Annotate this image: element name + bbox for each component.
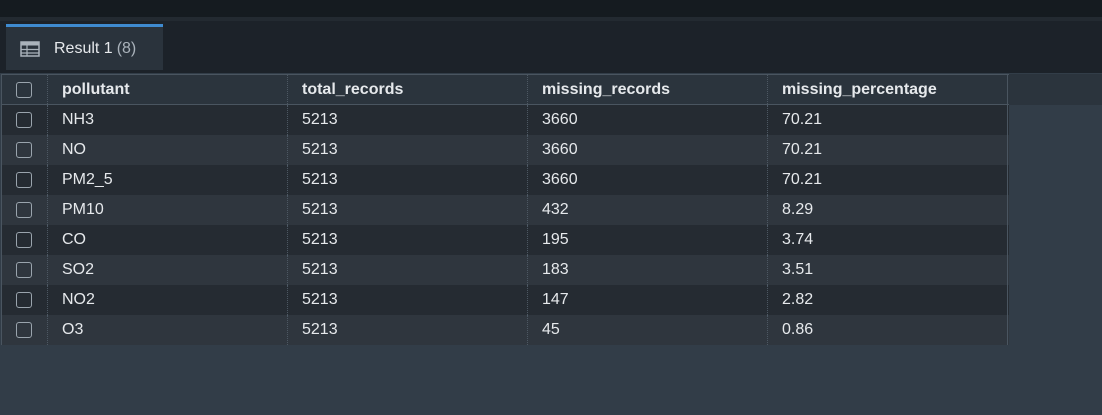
cell-missing-percentage[interactable]: 70.21 (768, 105, 1008, 135)
cell-total-records[interactable]: 5213 (288, 105, 528, 135)
row-select-cell (1, 255, 48, 285)
header-row: pollutant total_records missing_records … (1, 74, 1009, 105)
select-all-checkbox[interactable] (16, 81, 32, 98)
grid-table-icon (20, 40, 40, 57)
row-checkbox[interactable] (16, 232, 32, 248)
column-header-missing-records[interactable]: missing_records (528, 75, 768, 104)
row-checkbox[interactable] (16, 292, 32, 308)
cell-pollutant[interactable]: PM10 (48, 195, 288, 225)
row-checkbox[interactable] (16, 172, 32, 188)
row-select-cell (1, 315, 48, 345)
cell-pollutant[interactable]: NO2 (48, 285, 288, 315)
table-row[interactable]: PM10 5213 432 8.29 (1, 195, 1009, 225)
cell-total-records[interactable]: 5213 (288, 135, 528, 165)
cell-missing-records[interactable]: 45 (528, 315, 768, 345)
cell-missing-percentage[interactable]: 3.74 (768, 225, 1008, 255)
tab-result-1[interactable]: Result 1 (8) (6, 24, 163, 70)
result-grid: pollutant total_records missing_records … (1, 74, 1009, 345)
cell-missing-records[interactable]: 3660 (528, 135, 768, 165)
row-select-cell (1, 285, 48, 315)
row-select-cell (1, 165, 48, 195)
cell-missing-percentage[interactable]: 2.82 (768, 285, 1008, 315)
cell-total-records[interactable]: 5213 (288, 255, 528, 285)
top-toolbar (0, 0, 1102, 17)
tab-row-count: (8) (116, 39, 137, 57)
cell-pollutant[interactable]: NH3 (48, 105, 288, 135)
cell-missing-percentage[interactable]: 3.51 (768, 255, 1008, 285)
cell-total-records[interactable]: 5213 (288, 285, 528, 315)
table-row[interactable]: SO2 5213 183 3.51 (1, 255, 1009, 285)
table-row[interactable]: NO2 5213 147 2.82 (1, 285, 1009, 315)
cell-missing-records[interactable]: 195 (528, 225, 768, 255)
cell-missing-records[interactable]: 3660 (528, 165, 768, 195)
column-header-missing-percentage[interactable]: missing_percentage (768, 75, 1008, 104)
column-header-pollutant[interactable]: pollutant (48, 75, 288, 104)
cell-missing-percentage[interactable]: 70.21 (768, 135, 1008, 165)
cell-pollutant[interactable]: SO2 (48, 255, 288, 285)
cell-missing-records[interactable]: 3660 (528, 105, 768, 135)
row-select-cell (1, 135, 48, 165)
cell-total-records[interactable]: 5213 (288, 225, 528, 255)
table-row[interactable]: NO 5213 3660 70.21 (1, 135, 1009, 165)
column-header-total-records[interactable]: total_records (288, 75, 528, 104)
row-select-cell (1, 225, 48, 255)
cell-pollutant[interactable]: CO (48, 225, 288, 255)
cell-missing-percentage[interactable]: 70.21 (768, 165, 1008, 195)
cell-missing-percentage[interactable]: 8.29 (768, 195, 1008, 225)
cell-pollutant[interactable]: O3 (48, 315, 288, 345)
tab-strip-divider (0, 17, 1102, 21)
header-empty-area (1009, 74, 1102, 105)
row-checkbox[interactable] (16, 202, 32, 218)
select-all-cell (1, 75, 48, 104)
cell-missing-records[interactable]: 432 (528, 195, 768, 225)
table-row[interactable]: CO 5213 195 3.74 (1, 225, 1009, 255)
row-checkbox[interactable] (16, 142, 32, 158)
row-checkbox[interactable] (16, 112, 32, 128)
row-checkbox[interactable] (16, 322, 32, 338)
row-checkbox[interactable] (16, 262, 32, 278)
cell-missing-records[interactable]: 147 (528, 285, 768, 315)
row-select-cell (1, 105, 48, 135)
cell-total-records[interactable]: 5213 (288, 315, 528, 345)
tab-label: Result 1 (54, 39, 113, 57)
cell-pollutant[interactable]: PM2_5 (48, 165, 288, 195)
cell-missing-percentage[interactable]: 0.86 (768, 315, 1008, 345)
row-select-cell (1, 195, 48, 225)
cell-pollutant[interactable]: NO (48, 135, 288, 165)
cell-total-records[interactable]: 5213 (288, 195, 528, 225)
cell-missing-records[interactable]: 183 (528, 255, 768, 285)
table-row[interactable]: O3 5213 45 0.86 (1, 315, 1009, 345)
table-row[interactable]: NH3 5213 3660 70.21 (1, 105, 1009, 135)
result-tab-strip (0, 17, 1102, 73)
table-row[interactable]: PM2_5 5213 3660 70.21 (1, 165, 1009, 195)
cell-total-records[interactable]: 5213 (288, 165, 528, 195)
